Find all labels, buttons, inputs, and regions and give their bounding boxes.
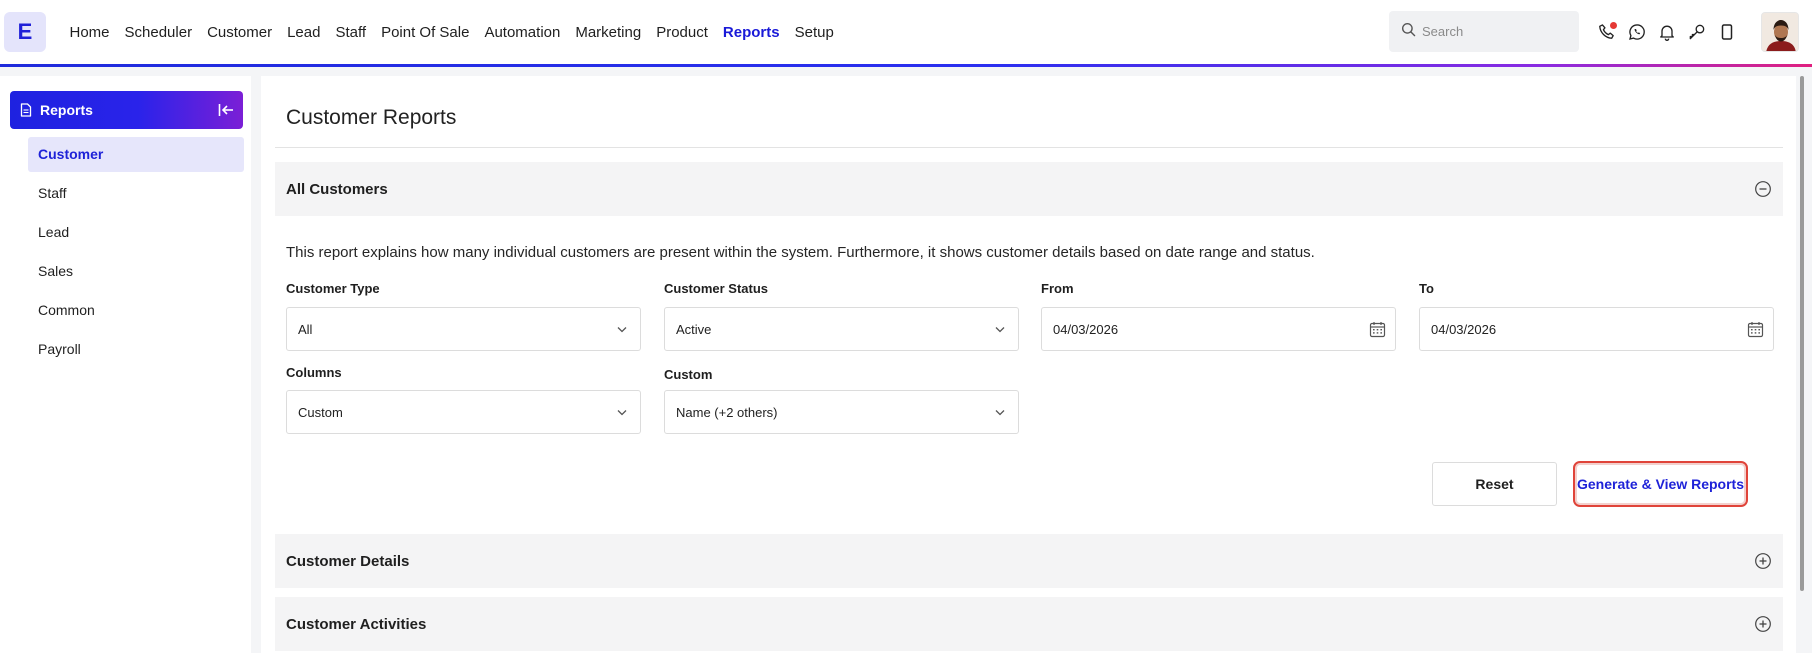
customer-status-select[interactable]: Active [664,307,1019,351]
nav-item-staff[interactable]: Staff [335,24,366,41]
generate-view-reports-button[interactable]: Generate & View Reports [1573,461,1748,507]
section-title: All Customers [286,180,388,198]
app-logo[interactable]: E [4,12,46,52]
reset-button[interactable]: Reset [1432,462,1557,506]
section-title: Customer Details [286,552,410,570]
section-customer-activities-header[interactable]: Customer Activities [275,597,1783,651]
document-icon [20,103,32,117]
nav-item-scheduler[interactable]: Scheduler [125,24,193,41]
expand-plus-icon[interactable] [1754,552,1772,570]
bell-icon[interactable] [1655,20,1679,44]
page-title: Customer Reports [286,106,457,129]
section-customer-details-header[interactable]: Customer Details [275,534,1783,588]
whatsapp-icon[interactable] [1625,20,1649,44]
from-date-label: From [1041,281,1074,296]
user-avatar[interactable] [1761,12,1799,52]
columns-label: Columns [286,365,342,380]
sidebar-item-common[interactable]: Common [28,293,244,328]
nav-item-product[interactable]: Product [656,24,708,41]
columns-select[interactable]: Custom [286,390,641,434]
chevron-down-icon [614,404,630,420]
to-date-label: To [1419,281,1434,296]
from-date-input[interactable]: 04/03/2026 [1041,307,1396,351]
sidebar-item-customer[interactable]: Customer [28,137,244,172]
chevron-down-icon [992,321,1008,337]
global-search[interactable] [1389,11,1579,52]
custom-columns-select[interactable]: Name (+2 others) [664,390,1019,434]
sidebar-header: Reports [10,91,243,129]
nav-item-setup[interactable]: Setup [795,24,834,41]
chevron-down-icon [614,321,630,337]
calendar-icon[interactable] [1747,321,1764,338]
section-all-customers-header[interactable]: All Customers [275,162,1783,216]
main-scrollbar[interactable] [1800,76,1804,591]
main-content: Customer Reports All Customers This repo… [261,76,1796,653]
main-nav: Home Scheduler Customer Lead Staff Point… [62,0,841,64]
reports-sidebar: Reports Customer Staff Lead Sales Common… [0,76,251,653]
nav-item-automation[interactable]: Automation [484,24,560,41]
sidebar-menu: Customer Staff Lead Sales Common Payroll [28,137,244,371]
collapse-minus-icon[interactable] [1754,180,1772,198]
nav-item-marketing[interactable]: Marketing [575,24,641,41]
sidebar-item-payroll[interactable]: Payroll [28,332,244,367]
customer-type-label: Customer Type [286,281,380,296]
divider [275,147,1783,148]
nav-item-home[interactable]: Home [70,24,110,41]
section-title: Customer Activities [286,615,427,633]
key-icon[interactable] [1685,20,1709,44]
customer-type-value: All [298,321,313,337]
sidebar-title: Reports [40,102,93,118]
search-icon [1401,22,1416,42]
nav-item-lead[interactable]: Lead [287,24,320,41]
custom-columns-value: Name (+2 others) [676,404,778,420]
nav-item-reports[interactable]: Reports [723,24,780,41]
header-actions [1595,20,1745,44]
customer-status-value: Active [676,321,712,337]
nav-item-customer[interactable]: Customer [207,24,272,41]
mobile-icon[interactable] [1715,20,1739,44]
topbar-accent-line [0,64,1812,67]
customer-status-label: Customer Status [664,281,769,296]
nav-item-point-of-sale[interactable]: Point Of Sale [381,24,469,41]
customer-type-select[interactable]: All [286,307,641,351]
expand-plus-icon[interactable] [1754,615,1772,633]
from-date-value: 04/03/2026 [1053,321,1119,337]
report-description: This report explains how many individual… [286,244,1315,261]
top-navbar: E Home Scheduler Customer Lead Staff Poi… [0,0,1812,64]
to-date-input[interactable]: 04/03/2026 [1419,307,1774,351]
columns-value: Custom [298,404,343,420]
to-date-value: 04/03/2026 [1431,321,1497,337]
phone-icon[interactable] [1595,20,1619,44]
notification-dot [1610,22,1617,29]
custom-columns-label: Custom [664,367,713,382]
calendar-icon[interactable] [1369,321,1386,338]
sidebar-item-staff[interactable]: Staff [28,176,244,211]
sidebar-item-lead[interactable]: Lead [28,215,244,250]
sidebar-item-sales[interactable]: Sales [28,254,244,289]
collapse-sidebar-icon[interactable] [217,101,235,119]
search-input[interactable] [1422,24,1572,39]
chevron-down-icon [992,404,1008,420]
